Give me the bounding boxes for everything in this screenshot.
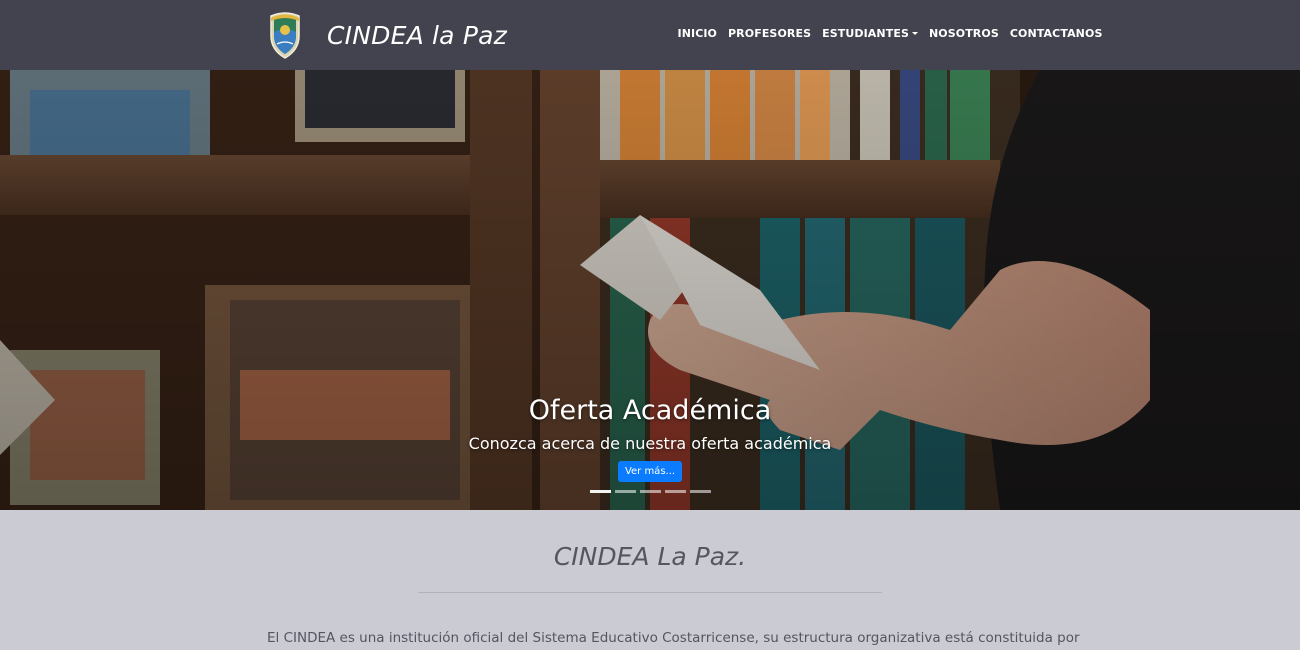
navbar: CINDEA la Paz INICIO PROFESORES ESTUDIAN… bbox=[0, 0, 1300, 70]
section-divider bbox=[418, 592, 882, 593]
brand-name: CINDEA la Paz bbox=[327, 20, 507, 50]
carousel-indicator[interactable] bbox=[615, 490, 636, 493]
brand-link[interactable]: CINDEA la Paz bbox=[265, 10, 507, 60]
nav-item-contactanos[interactable]: CONTACTANOS bbox=[1010, 27, 1103, 40]
nav-item-label: ESTUDIANTES bbox=[822, 27, 909, 40]
nav-item-inicio[interactable]: INICIO bbox=[678, 27, 718, 40]
dropdown-caret-icon bbox=[911, 32, 918, 35]
nav-item-nosotros[interactable]: NOSOTROS bbox=[929, 27, 999, 40]
nav-item-label: CONTACTANOS bbox=[1009, 27, 1103, 40]
carousel-title: Oferta Académica bbox=[528, 395, 772, 426]
carousel-indicator[interactable] bbox=[640, 490, 661, 493]
main-nav: INICIO PROFESORES ESTUDIANTES NOSOTROS C… bbox=[672, 27, 1108, 40]
nav-item-label: PROFESORES bbox=[728, 27, 812, 40]
ver-mas-button[interactable]: Ver más... bbox=[617, 461, 683, 482]
carousel-indicators bbox=[590, 490, 715, 493]
about-title: CINDEA La Paz. bbox=[553, 542, 747, 571]
carousel-subtitle: Conozca acerca de nuestra oferta académi… bbox=[468, 434, 832, 453]
nav-item-label: INICIO bbox=[677, 27, 718, 40]
nav-item-profesores[interactable]: PROFESORES bbox=[728, 27, 811, 40]
carousel-indicator[interactable] bbox=[690, 490, 711, 493]
nav-item-label: NOSOTROS bbox=[928, 27, 999, 40]
school-crest-logo-icon bbox=[270, 12, 300, 59]
carousel-indicator[interactable] bbox=[590, 490, 611, 493]
about-section: CINDEA La Paz. El CINDEA es una instituc… bbox=[0, 510, 1300, 650]
nav-item-estudiantes[interactable]: ESTUDIANTES bbox=[822, 27, 918, 40]
carousel-indicator[interactable] bbox=[665, 490, 686, 493]
hero-carousel[interactable]: Oferta Académica Conozca acerca de nuest… bbox=[0, 70, 1300, 510]
carousel-caption: Oferta Académica Conozca acerca de nuest… bbox=[0, 395, 1300, 482]
about-text: El CINDEA es una institución oficial del… bbox=[267, 630, 1080, 646]
